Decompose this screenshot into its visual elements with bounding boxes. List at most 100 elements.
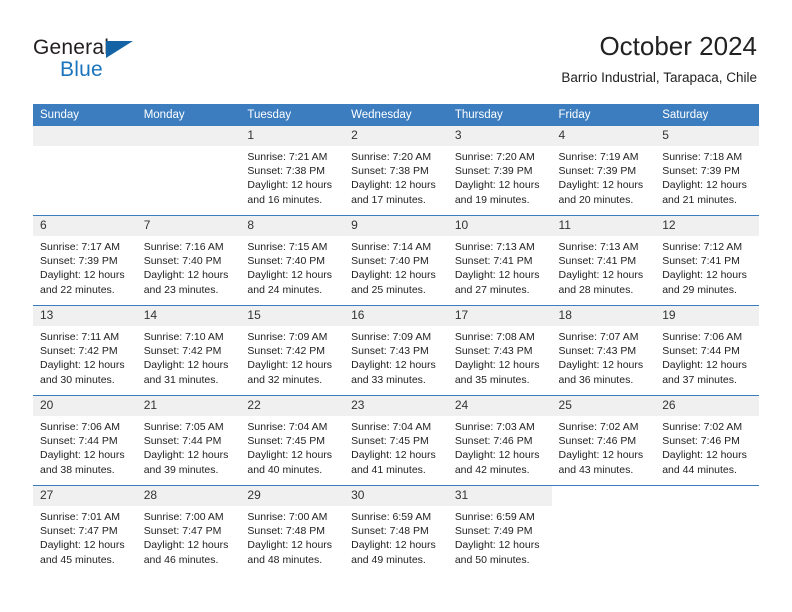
calendar-day-cell[interactable]: 24 Sunrise: 7:03 AM Sunset: 7:46 PM Dayligh… — [447, 395, 552, 486]
day-number — [33, 126, 137, 146]
calendar-day-cell[interactable]: 29 Sunrise: 7:00 AM Sunset: 7:48 PM Dayligh… — [240, 485, 345, 575]
day-number: 9 — [344, 216, 448, 236]
calendar-day-cell[interactable]: 2 Sunrise: 7:20 AM Sunset: 7:38 PM Daylight… — [344, 126, 448, 216]
sunset-text: Sunset: 7:46 PM — [454, 435, 533, 448]
daylight-text: Daylight: 12 hours and 23 minutes. — [143, 269, 229, 296]
sunset-text: Sunset: 7:38 PM — [247, 165, 326, 178]
day-number: 1 — [240, 126, 345, 146]
day-number: 15 — [240, 306, 345, 326]
calendar-body: 1 Sunrise: 7:21 AM Sunset: 7:38 PM Daylight… — [33, 126, 759, 575]
day-details: Sunrise: 7:05 AM Sunset: 7:44 PM Daylight:… — [137, 416, 241, 477]
weekday-header-thursday: Thursday — [447, 104, 552, 126]
daylight-text: Daylight: 12 hours and 30 minutes. — [40, 359, 125, 386]
day-details: Sunrise: 7:04 AM Sunset: 7:45 PM Daylight:… — [344, 416, 448, 477]
calendar-day-cell[interactable]: 13 Sunrise: 7:11 AM Sunset: 7:42 PM Dayligh… — [33, 305, 137, 396]
sunset-text: Sunset: 7:48 PM — [247, 525, 326, 538]
calendar-day-cell[interactable]: 31 Sunrise: 6:59 AM Sunset: 7:49 PM Dayligh… — [447, 485, 552, 575]
sunrise-text: Sunrise: 7:15 AM — [247, 241, 328, 253]
calendar-day-cell[interactable]: 18 Sunrise: 7:07 AM Sunset: 7:43 PM Dayligh… — [551, 305, 656, 396]
day-details: Sunrise: 7:21 AM Sunset: 7:38 PM Daylight:… — [240, 146, 344, 207]
daylight-text: Daylight: 12 hours and 21 minutes. — [662, 179, 747, 206]
sunset-text: Sunset: 7:40 PM — [351, 255, 429, 268]
calendar-day-cell[interactable]: 10 Sunrise: 7:13 AM Sunset: 7:41 PM Dayligh… — [447, 215, 552, 306]
daylight-text: Daylight: 12 hours and 19 minutes. — [454, 179, 540, 206]
calendar-day-cell[interactable]: 12 Sunrise: 7:12 AM Sunset: 7:41 PM Dayligh… — [655, 215, 759, 306]
calendar-day-cell[interactable]: 21 Sunrise: 7:05 AM Sunset: 7:44 PM Dayligh… — [136, 395, 241, 486]
calendar-day-cell[interactable]: 16 Sunrise: 7:09 AM Sunset: 7:43 PM Dayligh… — [344, 305, 448, 396]
sunset-text: Sunset: 7:46 PM — [558, 435, 637, 448]
day-number: 30 — [344, 486, 448, 506]
sunset-text: Sunset: 7:41 PM — [454, 255, 533, 268]
day-details: Sunrise: 7:09 AM Sunset: 7:43 PM Daylight:… — [344, 326, 448, 387]
calendar-day-cell[interactable]: 3 Sunrise: 7:20 AM Sunset: 7:39 PM Daylight… — [447, 126, 552, 216]
calendar-day-cell-empty — [551, 485, 656, 575]
sunrise-text: Sunrise: 6:59 AM — [351, 511, 432, 523]
calendar-day-cell[interactable]: 26 Sunrise: 7:02 AM Sunset: 7:46 PM Dayligh… — [655, 395, 759, 486]
sunset-text: Sunset: 7:43 PM — [558, 345, 637, 358]
calendar-day-cell[interactable]: 5 Sunrise: 7:18 AM Sunset: 7:39 PM Daylight… — [655, 126, 759, 216]
calendar-day-cell[interactable]: 1 Sunrise: 7:21 AM Sunset: 7:38 PM Daylight… — [240, 126, 345, 216]
general-blue-logo: General Blue — [33, 36, 233, 86]
calendar-day-cell[interactable]: 14 Sunrise: 7:10 AM Sunset: 7:42 PM Dayligh… — [136, 305, 241, 396]
calendar-day-cell[interactable]: 27 Sunrise: 7:01 AM Sunset: 7:47 PM Dayligh… — [33, 485, 137, 575]
weekday-header-wednesday: Wednesday — [344, 104, 448, 126]
day-details: Sunrise: 7:19 AM Sunset: 7:39 PM Daylight:… — [552, 146, 656, 207]
sunset-text: Sunset: 7:44 PM — [40, 435, 118, 448]
day-number: 5 — [655, 126, 759, 146]
sunrise-text: Sunrise: 7:00 AM — [247, 511, 328, 523]
daylight-text: Daylight: 12 hours and 25 minutes. — [351, 269, 436, 296]
sunrise-text: Sunrise: 7:11 AM — [40, 331, 120, 343]
sunrise-text: Sunrise: 7:17 AM — [40, 241, 120, 253]
day-details: Sunrise: 7:09 AM Sunset: 7:42 PM Daylight:… — [240, 326, 344, 387]
sunrise-text: Sunrise: 7:09 AM — [351, 331, 432, 343]
weekday-header-saturday: Saturday — [655, 104, 759, 126]
sunrise-text: Sunrise: 7:20 AM — [454, 151, 535, 163]
day-details: Sunrise: 7:08 AM Sunset: 7:43 PM Daylight:… — [448, 326, 552, 387]
page-title: October 2024 — [599, 31, 757, 61]
calendar-day-cell[interactable]: 23 Sunrise: 7:04 AM Sunset: 7:45 PM Dayligh… — [344, 395, 448, 486]
calendar-day-cell[interactable]: 8 Sunrise: 7:15 AM Sunset: 7:40 PM Daylight… — [240, 215, 345, 306]
weekday-header-sunday: Sunday — [33, 104, 137, 126]
day-number: 11 — [551, 216, 656, 236]
day-number: 28 — [136, 486, 241, 506]
daylight-text: Daylight: 12 hours and 45 minutes. — [40, 539, 125, 566]
calendar-day-cell[interactable]: 17 Sunrise: 7:08 AM Sunset: 7:43 PM Dayligh… — [447, 305, 552, 396]
calendar-day-cell-empty — [33, 126, 137, 216]
calendar-day-cell[interactable]: 19 Sunrise: 7:06 AM Sunset: 7:44 PM Dayligh… — [655, 305, 759, 396]
day-number: 24 — [447, 396, 552, 416]
calendar-day-cell[interactable]: 25 Sunrise: 7:02 AM Sunset: 7:46 PM Dayligh… — [551, 395, 656, 486]
daylight-text: Daylight: 12 hours and 27 minutes. — [454, 269, 540, 296]
sunset-text: Sunset: 7:40 PM — [143, 255, 222, 268]
calendar-day-cell-empty — [655, 485, 759, 575]
sunset-text: Sunset: 7:41 PM — [558, 255, 637, 268]
calendar-day-cell[interactable]: 20 Sunrise: 7:06 AM Sunset: 7:44 PM Dayligh… — [33, 395, 137, 486]
day-number: 16 — [344, 306, 448, 326]
calendar-day-cell[interactable]: 28 Sunrise: 7:00 AM Sunset: 7:47 PM Dayligh… — [136, 485, 241, 575]
sunset-text: Sunset: 7:48 PM — [351, 525, 429, 538]
calendar-week-row: 6 Sunrise: 7:17 AM Sunset: 7:39 PM Daylight… — [33, 215, 759, 306]
sunset-text: Sunset: 7:40 PM — [247, 255, 326, 268]
daylight-text: Daylight: 12 hours and 48 minutes. — [247, 539, 333, 566]
calendar-day-cell[interactable]: 22 Sunrise: 7:04 AM Sunset: 7:45 PM Dayligh… — [240, 395, 345, 486]
calendar-day-cell[interactable]: 4 Sunrise: 7:19 AM Sunset: 7:39 PM Daylight… — [551, 126, 656, 216]
sunrise-text: Sunrise: 7:09 AM — [247, 331, 328, 343]
daylight-text: Daylight: 12 hours and 44 minutes. — [662, 449, 747, 476]
calendar-day-cell[interactable]: 9 Sunrise: 7:14 AM Sunset: 7:40 PM Daylight… — [344, 215, 448, 306]
daylight-text: Daylight: 12 hours and 38 minutes. — [40, 449, 125, 476]
calendar-day-cell[interactable]: 7 Sunrise: 7:16 AM Sunset: 7:40 PM Daylight… — [136, 215, 241, 306]
day-number: 4 — [551, 126, 656, 146]
calendar-day-cell[interactable]: 6 Sunrise: 7:17 AM Sunset: 7:39 PM Daylight… — [33, 215, 137, 306]
day-number: 14 — [136, 306, 241, 326]
calendar-day-cell[interactable]: 15 Sunrise: 7:09 AM Sunset: 7:42 PM Dayligh… — [240, 305, 345, 396]
calendar-day-cell[interactable]: 30 Sunrise: 6:59 AM Sunset: 7:48 PM Dayligh… — [344, 485, 448, 575]
daylight-text: Daylight: 12 hours and 43 minutes. — [558, 449, 644, 476]
daylight-text: Daylight: 12 hours and 40 minutes. — [247, 449, 333, 476]
day-details: Sunrise: 7:11 AM Sunset: 7:42 PM Daylight:… — [33, 326, 137, 387]
sunrise-text: Sunrise: 7:13 AM — [454, 241, 535, 253]
day-number: 18 — [551, 306, 656, 326]
sunset-text: Sunset: 7:41 PM — [662, 255, 740, 268]
sunrise-text: Sunrise: 7:20 AM — [351, 151, 432, 163]
calendar-day-cell[interactable]: 11 Sunrise: 7:13 AM Sunset: 7:41 PM Dayligh… — [551, 215, 656, 306]
calendar-week-row: 27 Sunrise: 7:01 AM Sunset: 7:47 PM Dayligh… — [33, 485, 759, 575]
daylight-text: Daylight: 12 hours and 20 minutes. — [558, 179, 644, 206]
